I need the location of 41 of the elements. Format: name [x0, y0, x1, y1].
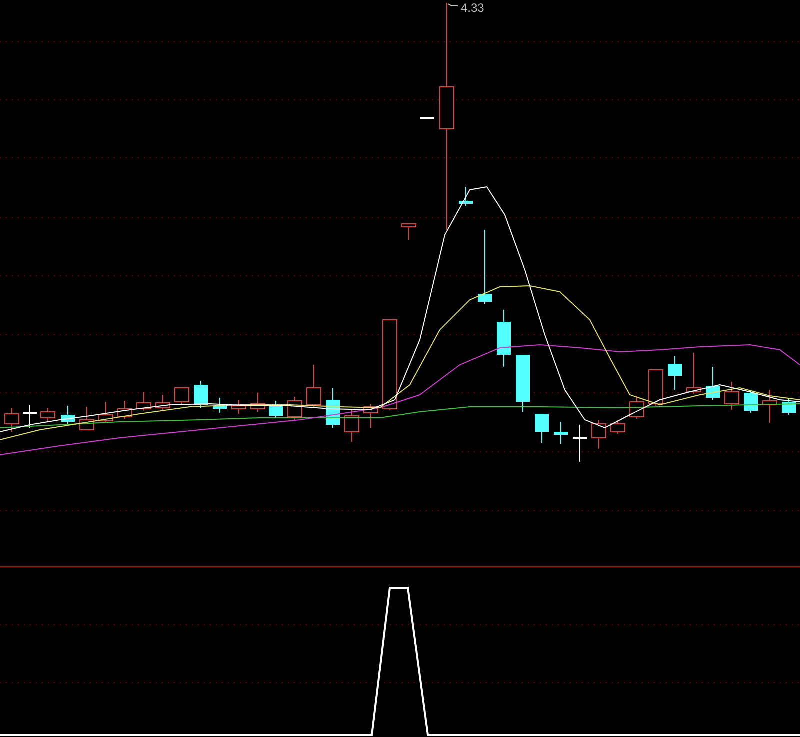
candlestick — [630, 396, 644, 420]
peak-price-label: 4.33 — [461, 1, 484, 15]
candlestick — [118, 400, 132, 420]
candlestick — [610, 420, 626, 434]
candlestick — [174, 388, 190, 404]
leader-line — [448, 4, 458, 6]
candlestick — [4, 408, 20, 432]
candlestick — [232, 400, 246, 414]
candlestick — [194, 380, 208, 408]
candlestick — [23, 404, 37, 428]
candlestick — [573, 424, 587, 462]
candlestick — [686, 352, 702, 394]
candlestick — [706, 366, 720, 400]
candlestick — [213, 398, 227, 414]
candlestick — [744, 390, 758, 414]
candlestick — [98, 402, 114, 424]
candlestick — [459, 186, 473, 206]
candlestick — [288, 396, 302, 420]
candlestick — [136, 392, 152, 412]
candlestick — [724, 382, 740, 410]
candlestick — [782, 398, 796, 416]
candlestick — [156, 394, 170, 410]
candlestick — [364, 404, 378, 428]
candlestick — [250, 392, 266, 412]
candlestick — [592, 420, 606, 450]
candlestick — [668, 356, 682, 390]
candlestick — [326, 388, 340, 428]
candlestick — [402, 224, 416, 240]
candlestick — [535, 414, 549, 444]
candlestick — [762, 390, 778, 424]
candlestick — [269, 400, 283, 418]
candlestick — [516, 354, 530, 412]
candlestick — [554, 422, 568, 444]
candlestick — [61, 406, 75, 424]
candlestick — [344, 410, 360, 442]
candlestick — [497, 310, 511, 368]
candlestick — [40, 408, 56, 422]
candlestick — [80, 406, 94, 430]
price-tick-mark — [420, 117, 434, 119]
candlestick — [648, 370, 664, 406]
candlestick — [306, 364, 322, 408]
